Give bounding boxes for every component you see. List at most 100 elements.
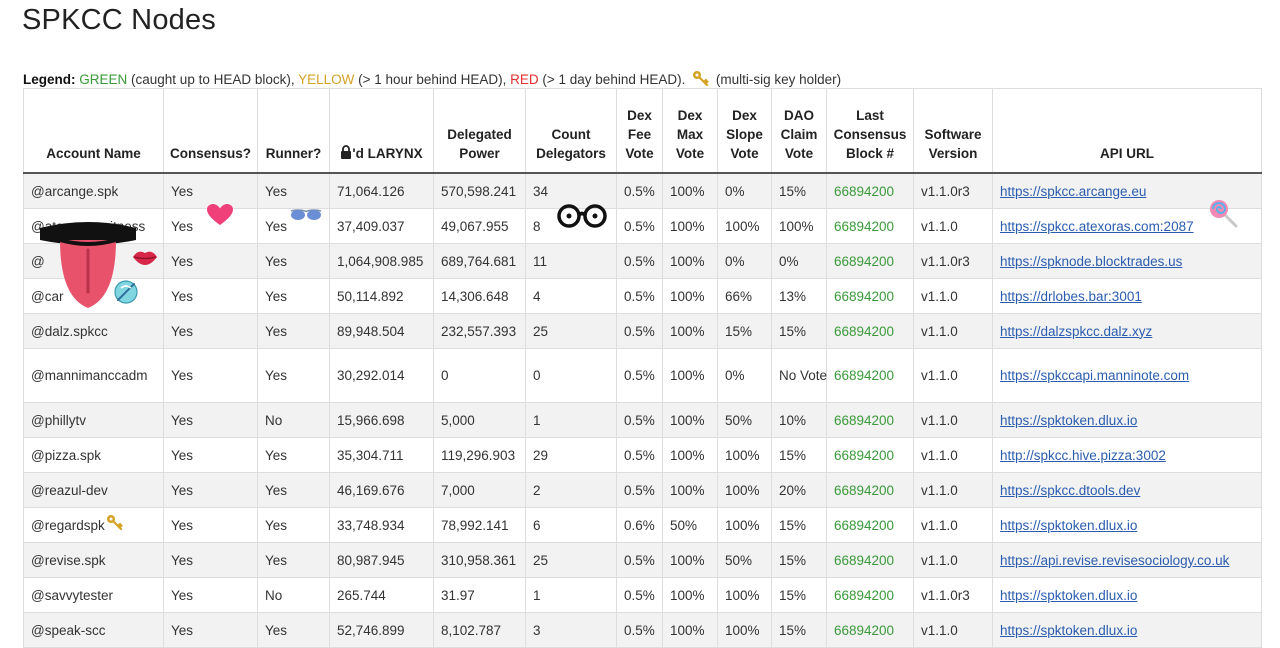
version-cell: v1.1.0	[913, 208, 993, 244]
api-link[interactable]: https://spktoken.dlux.io	[1000, 588, 1137, 603]
api-cell: https://spktoken.dlux.io	[992, 612, 1262, 648]
max-cell: 100%	[662, 243, 718, 279]
api-link[interactable]: https://dalzspkcc.dalz.xyz	[1000, 324, 1152, 339]
api-link[interactable]: https://spkcc.dtools.dev	[1000, 483, 1140, 498]
api-link[interactable]: https://spktoken.dlux.io	[1000, 623, 1137, 638]
table-row: @dalz.spkcc Yes Yes 89,948.504 232,557.393 25…	[23, 313, 1262, 349]
legend-label: Legend:	[23, 72, 76, 87]
count-cell: 2	[525, 472, 617, 508]
version-cell: v1.1.0	[913, 472, 993, 508]
fee-cell: 0.5%	[616, 437, 663, 473]
api-cell: https://spknode.blocktrades.us	[992, 243, 1262, 279]
max-cell: 100%	[662, 348, 718, 403]
version-cell: v1.1.0	[913, 612, 993, 648]
delegated-cell: 570,598.241	[433, 172, 526, 209]
runner-cell: Yes	[257, 472, 330, 508]
dao-cell: 15%	[771, 542, 827, 578]
block-cell: 66894200	[826, 172, 914, 209]
consensus-cell: Yes	[163, 208, 258, 244]
block-cell: 66894200	[826, 507, 914, 543]
delegated-cell: 0	[433, 348, 526, 403]
runner-cell: Yes	[257, 278, 330, 314]
legend-green-desc: (caught up to HEAD block),	[127, 72, 299, 87]
block-cell: 66894200	[826, 243, 914, 279]
slope-cell: 0%	[717, 243, 772, 279]
version-cell: v1.1.0r3	[913, 577, 993, 613]
api-link[interactable]: https://api.revise.revisesociology.co.uk	[1000, 553, 1229, 568]
consensus-cell: Yes	[163, 577, 258, 613]
version-cell: v1.1.0	[913, 437, 993, 473]
max-cell: 100%	[662, 313, 718, 349]
key-icon	[692, 70, 709, 90]
delegated-cell: 119,296.903	[433, 437, 526, 473]
api-cell: https://spktoken.dlux.io	[992, 577, 1262, 613]
col-header-max: Dex Max Vote	[662, 88, 718, 174]
fee-cell: 0.5%	[616, 612, 663, 648]
delegated-cell: 5,000	[433, 402, 526, 438]
api-link[interactable]: https://spkccapi.manninote.com	[1000, 368, 1189, 383]
count-cell: 25	[525, 542, 617, 578]
count-cell: 29	[525, 437, 617, 473]
runner-cell: Yes	[257, 507, 330, 543]
api-link[interactable]: https://spkcc.arcange.eu	[1000, 184, 1146, 199]
runner-cell: Yes	[257, 612, 330, 648]
fee-cell: 0.5%	[616, 172, 663, 209]
max-cell: 50%	[662, 507, 718, 543]
count-cell: 4	[525, 278, 617, 314]
larynx-cell: 265.744	[329, 577, 434, 613]
slope-cell: 100%	[717, 612, 772, 648]
legend-red-desc: (> 1 day behind HEAD).	[538, 72, 690, 87]
fee-cell: 0.5%	[616, 313, 663, 349]
dao-cell: 15%	[771, 577, 827, 613]
count-cell: 3	[525, 612, 617, 648]
slope-cell: 0%	[717, 172, 772, 209]
max-cell: 100%	[662, 437, 718, 473]
api-link[interactable]: https://drlobes.bar:3001	[1000, 289, 1142, 304]
dao-cell: 15%	[771, 507, 827, 543]
consensus-cell: Yes	[163, 172, 258, 209]
legend-yellow-desc: (> 1 hour behind HEAD),	[354, 72, 511, 87]
version-cell: v1.1.0	[913, 542, 993, 578]
api-link[interactable]: http://spkcc.hive.pizza:3002	[1000, 448, 1166, 463]
fee-cell: 0.5%	[616, 243, 663, 279]
slope-cell: 100%	[717, 437, 772, 473]
api-cell: https://spkcc.dtools.dev	[992, 472, 1262, 508]
api-cell: https://drlobes.bar:3001	[992, 278, 1262, 314]
table-row: @arcange.spk Yes Yes 71,064.126 570,598.241 3…	[23, 172, 1262, 209]
dao-cell: 10%	[771, 402, 827, 438]
larynx-cell: 52,746.899	[329, 612, 434, 648]
count-cell: 25	[525, 313, 617, 349]
larynx-cell: 35,304.711	[329, 437, 434, 473]
api-cell: https://spktoken.dlux.io	[992, 507, 1262, 543]
consensus-cell: Yes	[163, 612, 258, 648]
version-cell: v1.1.0r3	[913, 172, 993, 209]
dao-cell: 0%	[771, 243, 827, 279]
account-cell: @atexoras.witness	[23, 208, 164, 244]
account-cell: @revise.spk	[23, 542, 164, 578]
delegated-cell: 7,000	[433, 472, 526, 508]
fee-cell: 0.5%	[616, 208, 663, 244]
delegated-cell: 8,102.787	[433, 612, 526, 648]
larynx-cell: 46,169.676	[329, 472, 434, 508]
api-link[interactable]: https://spktoken.dlux.io	[1000, 413, 1137, 428]
larynx-cell: 89,948.504	[329, 313, 434, 349]
api-link[interactable]: https://spktoken.dlux.io	[1000, 518, 1137, 533]
slope-cell: 100%	[717, 577, 772, 613]
runner-cell: Yes	[257, 348, 330, 403]
slope-cell: 0%	[717, 348, 772, 403]
api-link[interactable]: https://spkcc.atexoras.com:2087	[1000, 219, 1194, 234]
max-cell: 100%	[662, 577, 718, 613]
max-cell: 100%	[662, 278, 718, 314]
larynx-cell: 1,064,908.985	[329, 243, 434, 279]
runner-cell: Yes	[257, 172, 330, 209]
col-header-fee: Dex Fee Vote	[616, 88, 663, 174]
consensus-cell: Yes	[163, 507, 258, 543]
table-row: @pizza.spk Yes Yes 35,304.711 119,296.903 29 0…	[23, 437, 1262, 473]
account-cell: @reazul-dev	[23, 472, 164, 508]
runner-cell: Yes	[257, 243, 330, 279]
api-link[interactable]: https://spknode.blocktrades.us	[1000, 254, 1182, 269]
runner-cell: Yes	[257, 437, 330, 473]
version-cell: v1.1.0	[913, 507, 993, 543]
legend-yellow: YELLOW	[298, 72, 355, 87]
col-header-slope: Dex Slope Vote	[717, 88, 772, 174]
